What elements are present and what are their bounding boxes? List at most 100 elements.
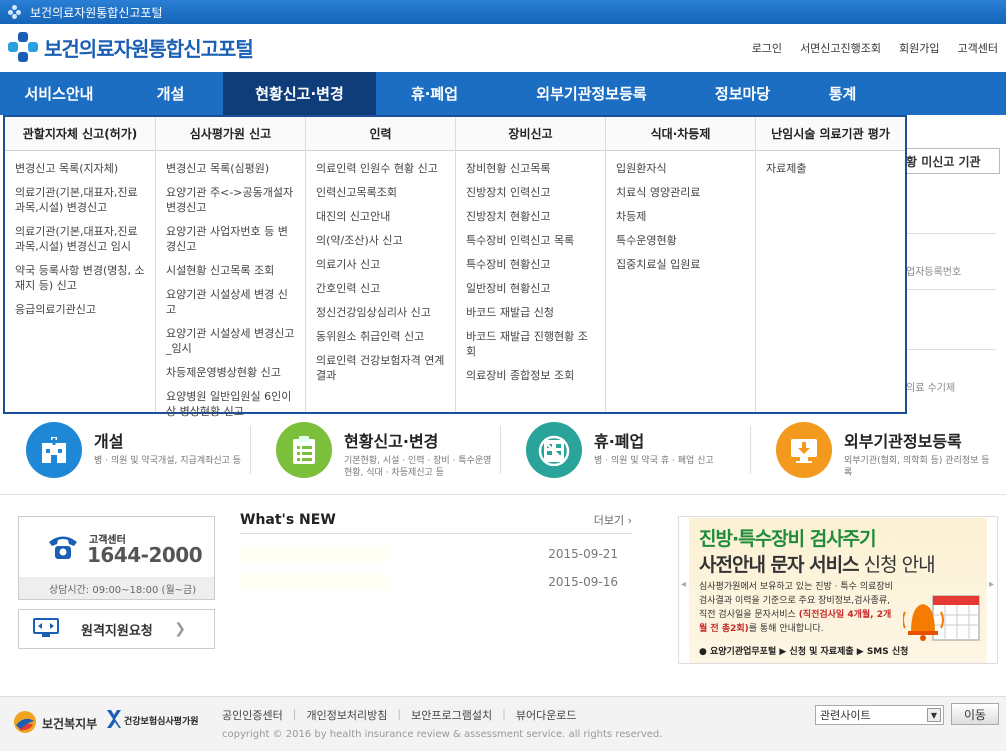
alarm-calendar-icon — [902, 588, 983, 651]
unreported-tab[interactable]: 황 미신고 기관 — [900, 148, 1000, 174]
banner-next-icon[interactable]: ▸ — [989, 579, 994, 590]
menu-item[interactable]: 특수장비 현황신고 — [466, 257, 595, 272]
clipboard-icon — [276, 422, 332, 478]
menu-item[interactable]: 요양기관 시설상세 변경 신고 — [166, 287, 295, 317]
window-title: 보건의료자원통합신고포털 — [30, 5, 163, 20]
menu-item[interactable]: 특수운영현황 — [616, 233, 745, 248]
menu-item[interactable]: 간호인력 신고 — [316, 281, 445, 296]
menu-item[interactable]: 의료인력 건강보험자격 연계결과 — [316, 353, 445, 383]
menu-item[interactable]: 요양기관 주<->공동개설자 변경신고 — [166, 185, 295, 215]
quick-link-desc: 병 · 의원 및 약국개설, 지급계좌신고 등 — [94, 456, 242, 466]
nav-closure[interactable]: 휴·폐업 — [376, 72, 493, 115]
menu-item[interactable]: 차등제운영병상현황 신고 — [166, 365, 295, 380]
viewer-download-link[interactable]: 뷰어다운로드 — [516, 707, 577, 723]
background-text: 업자등록번호 — [906, 267, 962, 278]
quick-link-desc: 기본현황, 시설 · 인력 · 장비 · 특수운영현황, 식대 · 차등제신고 … — [344, 456, 492, 478]
news-item[interactable]: 2015-09-21 — [240, 542, 632, 566]
mohw-logo[interactable]: 보건복지부 — [12, 709, 97, 738]
quick-link-status-report[interactable]: 현황신고·변경 기본현황, 시설 · 인력 · 장비 · 특수운영현황, 식대 … — [250, 418, 500, 488]
menu-item[interactable]: 변경신고 목록(심평원) — [166, 161, 295, 176]
menu-item[interactable]: 일반장비 현황신고 — [466, 281, 595, 296]
menu-item[interactable]: 진방장치 현황신고 — [466, 209, 595, 224]
menu-item[interactable]: 치료식 영양관리료 — [616, 185, 745, 200]
login-link[interactable]: 로그인 — [752, 40, 782, 56]
menu-column-heading: 인력 — [306, 117, 455, 151]
quick-link-title: 개설 — [94, 432, 124, 451]
menu-column-hira: 심사평가원 신고 변경신고 목록(심평원) 요양기관 주<->공동개설자 변경신… — [156, 117, 306, 418]
menu-item[interactable]: 대진의 신고안내 — [316, 209, 445, 224]
menu-item[interactable]: 바코드 재발급 진행현황 조회 — [466, 329, 595, 359]
menu-item[interactable]: 진방장치 인력신고 — [466, 185, 595, 200]
news-item-title[interactable] — [240, 574, 390, 590]
chevron-down-icon: ▼ — [927, 708, 941, 722]
menu-item[interactable]: 변경신고 목록(지자체) — [15, 161, 145, 176]
privacy-policy-link[interactable]: 개인정보처리방침 — [306, 707, 387, 723]
nav-opening[interactable]: 개설 — [118, 72, 223, 115]
quick-links: 개설 병 · 의원 및 약국개설, 지급계좌신고 등 현황신고·변경 기본현황,… — [0, 418, 1006, 488]
related-sites-select[interactable]: 관련사이트 ▼ — [815, 705, 944, 725]
mohw-name: 보건복지부 — [42, 717, 98, 731]
menu-item[interactable]: 의료기사 신고 — [316, 257, 445, 272]
menu-item[interactable]: 동위원소 취급인력 신고 — [316, 329, 445, 344]
site-logo[interactable]: 보건의료자원통합신고포털 — [8, 32, 254, 62]
banner-body: 심사평가원에서 보유하고 있는 진방 · 특수 의료장비 검사결과 이력을 기준… — [699, 580, 899, 636]
banner-prev-icon[interactable]: ◂ — [681, 579, 686, 590]
quick-link-desc: 병 · 의원 및 약국 휴 · 폐업 신고 — [594, 456, 714, 466]
nav-info[interactable]: 정보마당 — [690, 72, 795, 115]
remote-support-button[interactable]: 원격지원요청 ❯ — [18, 609, 215, 649]
mega-menu: 관할지자체 신고(허가) 변경신고 목록(지자체) 의료기관(기본,대표자,진료… — [3, 115, 907, 418]
news-more-link[interactable]: 더보기 › — [594, 512, 632, 528]
menu-item[interactable]: 시설현황 신고목록 조회 — [166, 263, 295, 278]
menu-item[interactable]: 의료인력 인원수 현황 신고 — [316, 161, 445, 176]
banner-slide[interactable]: 진방·특수장비 검사주기 사전안내 문자 서비스 신청 안내 심사평가원에서 보… — [689, 518, 987, 663]
menu-item[interactable]: 인력신고목록조회 — [316, 185, 445, 200]
news-item-title[interactable] — [240, 546, 390, 562]
nav-external-registration[interactable]: 외부기관정보등록 — [493, 72, 690, 115]
quick-link-title: 외부기관정보등록 — [844, 432, 962, 451]
security-program-link[interactable]: 보안프로그램설치 — [411, 707, 492, 723]
menu-item[interactable]: 요양기관 사업자번호 등 변경신고 — [166, 224, 295, 254]
menu-item[interactable]: 응급의료기관신고 — [15, 302, 145, 317]
cert-center-link[interactable]: 공인인증센터 — [222, 707, 283, 723]
news-item[interactable]: 2015-09-16 — [240, 570, 632, 594]
menu-item[interactable]: 차등제 — [616, 209, 745, 224]
quick-link-closure[interactable]: 휴·폐업 병 · 의원 및 약국 휴 · 폐업 신고 — [500, 418, 750, 488]
section-divider — [0, 494, 1006, 495]
menu-item[interactable]: 의료장비 종합정보 조회 — [466, 368, 595, 383]
quick-link-opening[interactable]: 개설 병 · 의원 및 약국개설, 지급계좌신고 등 — [0, 418, 250, 488]
menu-item[interactable]: 요양병원 일반입원실 6인이상 병상현황 신고 — [166, 389, 295, 419]
nav-service-guide[interactable]: 서비스안내 — [0, 72, 118, 115]
menu-column-heading: 식대·차등제 — [606, 117, 755, 151]
menu-item[interactable]: 장비현황 신고목록 — [466, 161, 595, 176]
promo-banner: ◂ 진방·특수장비 검사주기 사전안내 문자 서비스 신청 안내 심사평가원에서… — [678, 516, 998, 664]
global-nav: 서비스안내 개설 현황신고·변경 휴·폐업 외부기관정보등록 정보마당 통계 — [0, 72, 1006, 115]
menu-item[interactable]: 집중치료실 입원료 — [616, 257, 745, 272]
nav-statistics[interactable]: 통계 — [795, 72, 890, 115]
menu-item[interactable]: 바코드 재발급 신청 — [466, 305, 595, 320]
copyright: copyright © 2016 by health insurance rev… — [222, 729, 663, 740]
menu-item[interactable]: 의료기관(기본,대표자,진료과목,시설) 변경신고 임시 — [15, 224, 145, 254]
menu-item[interactable]: 의(약/조산)사 신고 — [316, 233, 445, 248]
menu-item[interactable]: 특수장비 인력신고 목록 — [466, 233, 595, 248]
signup-link[interactable]: 회원가입 — [899, 40, 939, 56]
banner-subheadline-light: 신청 안내 — [858, 554, 936, 576]
go-button[interactable]: 이동 — [951, 703, 999, 725]
customer-center-link[interactable]: 고객센터 — [958, 40, 998, 56]
menu-item[interactable]: 자료제출 — [766, 161, 895, 176]
hira-logo[interactable]: 건강보험심사평가원 — [106, 709, 199, 732]
menu-item[interactable]: 입원환자식 — [616, 161, 745, 176]
menu-item[interactable]: 정신건강임상심리사 신고 — [316, 305, 445, 320]
banner-body-text: 를 통해 안내합니다. — [748, 624, 824, 634]
related-sites-value: 관련사이트 — [820, 709, 871, 722]
menu-column-personnel: 인력 의료인력 인원수 현황 신고 인력신고목록조회 대진의 신고안내 의(약/… — [306, 117, 456, 412]
news-item-date: 2015-09-16 — [548, 575, 618, 589]
menu-item[interactable]: 약국 등록사항 변경(명칭, 소재지 등) 신고 — [15, 263, 145, 293]
menu-item[interactable]: 요양기관 시설상세 변경신고_임시 — [166, 326, 295, 356]
menu-column-heading: 난임시술 의료기관 평가 — [756, 117, 905, 151]
menu-item[interactable]: 의료기관(기본,대표자,진료과목,시설) 변경신고 — [15, 185, 145, 215]
quick-link-external[interactable]: 외부기관정보등록 외부기관(협회, 의학회 등) 관리정보 등록 — [750, 418, 1000, 488]
nav-status-report[interactable]: 현황신고·변경 — [223, 72, 376, 115]
paper-report-status-link[interactable]: 서면신고진행조회 — [800, 40, 881, 56]
menu-column-equipment: 장비신고 장비현황 신고목록 진방장치 인력신고 진방장치 현황신고 특수장비 … — [456, 117, 606, 412]
logo-text: 보건의료자원통합신고포털 — [44, 36, 254, 61]
